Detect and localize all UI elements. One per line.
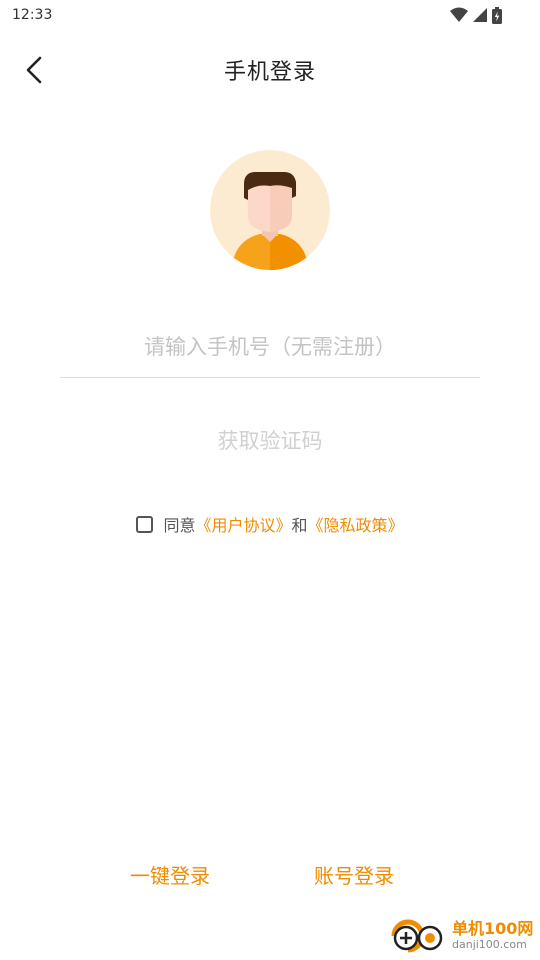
bottom-login-options: 一键登录 账号登录: [0, 856, 540, 896]
account-login-button[interactable]: 账号登录: [314, 856, 394, 896]
status-bar: 12:33: [0, 0, 540, 30]
login-screen: 12:33 手机登录 请输入手机号（无需注册） 获取验证码 同意 《用户协议》 …: [0, 0, 540, 960]
user-agreement-link[interactable]: 《用户协议》: [195, 512, 291, 536]
agreement-row: 同意 《用户协议》 和 《隐私政策》: [0, 508, 540, 540]
phone-input[interactable]: [60, 318, 480, 376]
status-time: 12:33: [12, 7, 53, 23]
get-code-button[interactable]: 获取验证码: [170, 420, 370, 460]
user-avatar-icon: [210, 150, 330, 270]
watermark-text: 单机100网 danji100.com: [452, 920, 533, 952]
chevron-left-icon: [26, 56, 42, 84]
watermark-logo-icon: [391, 919, 443, 953]
avatar: [210, 150, 330, 270]
watermark-main: 单机100网: [452, 919, 534, 938]
quick-login-button[interactable]: 一键登录: [130, 856, 210, 896]
watermark: 单机100网 danji100.com: [386, 914, 536, 958]
page-title: 手机登录: [223, 60, 316, 85]
watermark-sub: danji100.com: [452, 938, 527, 951]
agreement-prefix: 同意: [163, 516, 196, 535]
phone-field: [60, 318, 480, 378]
wifi-icon: [450, 7, 468, 22]
status-icons: [450, 6, 502, 24]
header: 手机登录: [0, 44, 540, 96]
agreement-checkbox[interactable]: [136, 515, 154, 533]
agreement-conjunction: 和: [291, 516, 308, 535]
signal-icon: [473, 8, 487, 22]
back-button[interactable]: [14, 52, 54, 88]
privacy-policy-link[interactable]: 《隐私政策》: [308, 512, 404, 536]
battery-icon: [492, 6, 502, 24]
